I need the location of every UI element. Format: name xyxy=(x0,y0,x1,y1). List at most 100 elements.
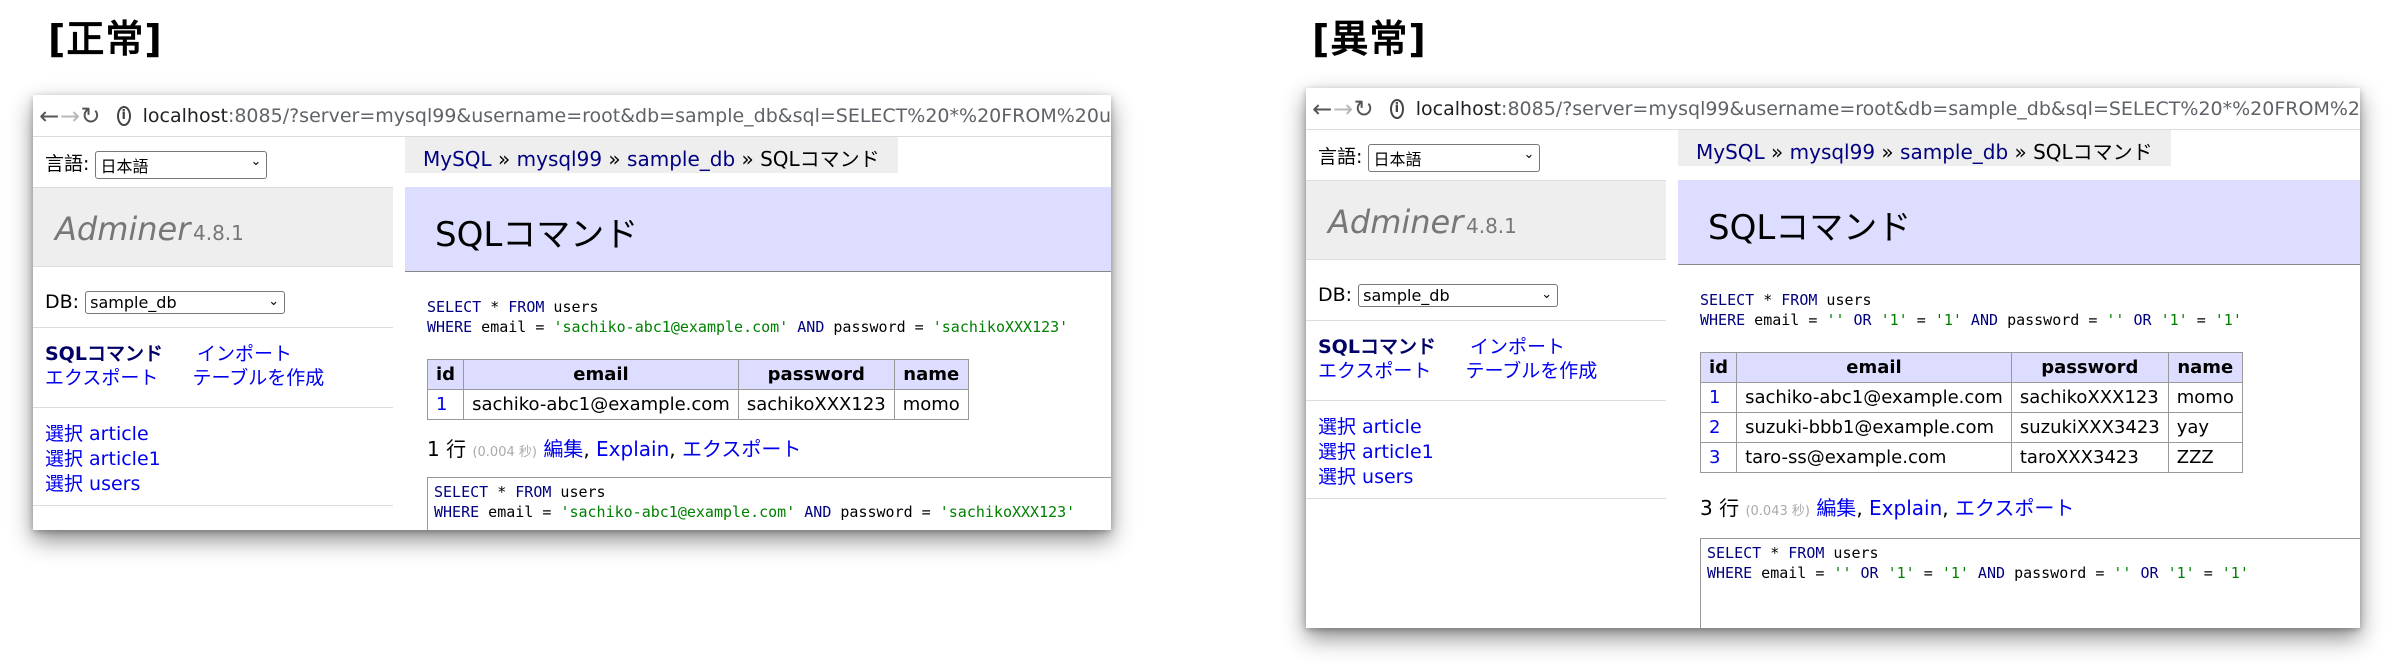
table-cell: taro-ss@example.com xyxy=(1736,442,2012,473)
column-header[interactable]: password xyxy=(737,359,895,390)
column-header[interactable]: email xyxy=(463,359,739,390)
column-header[interactable]: email xyxy=(1736,352,2012,383)
divider xyxy=(1306,320,1666,321)
table-link-article1[interactable]: 選択 article1 xyxy=(45,447,161,472)
edit-link[interactable]: 編集 xyxy=(1816,496,1856,520)
chevron-down-icon: ⌄ xyxy=(268,294,280,309)
breadcrumb-mysql[interactable]: MySQL xyxy=(423,147,492,171)
back-icon[interactable]: ← xyxy=(39,102,60,130)
row-id-link[interactable]: 3 xyxy=(1699,442,1738,473)
table-row: 3 taro-ss@example.com taroXXX3423 ZZZ xyxy=(1699,442,2243,473)
column-header[interactable]: password xyxy=(2010,352,2169,383)
sql-textarea[interactable]: SELECT * FROM users WHERE email = '' OR … xyxy=(1700,538,2360,628)
table-cell: momo xyxy=(2167,382,2243,413)
column-header[interactable]: name xyxy=(893,359,969,390)
divider xyxy=(33,407,393,408)
language-selector: 言語: 日本語 ⌄ xyxy=(1318,142,1541,172)
table-list: 選択 article 選択 article1 選択 users xyxy=(1318,415,1434,490)
breadcrumb-current: SQLコマンド xyxy=(2033,140,2153,164)
address-bar: ← → ↻ i localhost:8085/?server=mysql99&u… xyxy=(1306,88,2360,130)
page-title: SQLコマンド xyxy=(1678,180,2360,265)
info-icon[interactable]: i xyxy=(1390,98,1404,119)
edit-link[interactable]: 編集 xyxy=(543,437,583,461)
chevron-down-icon: ⌄ xyxy=(1541,287,1553,302)
table-row: 1 sachiko-abc1@example.com sachikoXXX123… xyxy=(1699,382,2243,413)
table-cell: suzukiXXX3423 xyxy=(2010,412,2169,443)
export-link[interactable]: エクスポート xyxy=(1318,360,1431,382)
db-select[interactable]: sample_db ⌄ xyxy=(1358,284,1559,307)
table-link-users[interactable]: 選択 users xyxy=(45,472,161,497)
db-select[interactable]: sample_db ⌄ xyxy=(85,291,286,314)
info-icon[interactable]: i xyxy=(116,105,131,126)
reload-icon[interactable]: ↻ xyxy=(80,102,101,130)
reload-icon[interactable]: ↻ xyxy=(1353,95,1374,123)
language-select[interactable]: 日本語 ⌄ xyxy=(1368,143,1541,172)
table-link-users[interactable]: 選択 users xyxy=(1318,465,1434,490)
breadcrumb: MySQL » mysql99 » sample_db » SQLコマンド xyxy=(405,137,898,173)
breadcrumb: MySQL » mysql99 » sample_db » SQLコマンド xyxy=(1678,130,2171,166)
page-title: SQLコマンド xyxy=(405,187,1111,272)
table-cell: momo xyxy=(893,389,969,420)
table-row: 1 sachiko-abc1@example.com sachikoXXX123… xyxy=(426,389,969,420)
language-select[interactable]: 日本語 ⌄ xyxy=(95,150,268,179)
divider xyxy=(1306,498,1666,499)
table-link-article1[interactable]: 選択 article1 xyxy=(1318,440,1434,465)
breadcrumb-server[interactable]: mysql99 xyxy=(1790,140,1875,164)
table-header-row: id email password name xyxy=(426,359,969,390)
row-id-link[interactable]: 2 xyxy=(1699,412,1738,443)
export-result-link[interactable]: エクスポート xyxy=(1955,496,2074,520)
sidebar: 言語: 日本語 ⌄ Adminer 4.8.1 DB: sample_db ⌄ SQ… xyxy=(1306,130,1666,628)
column-header[interactable]: id xyxy=(1699,352,1738,383)
sql-command-link[interactable]: SQLコマンド xyxy=(1318,336,1436,358)
table-cell: sachiko-abc1@example.com xyxy=(1736,382,2012,413)
result-summary: 1 行 (0.004 秒) 編集, Explain, エクスポート xyxy=(427,437,802,461)
breadcrumb-server[interactable]: mysql99 xyxy=(517,147,602,171)
explain-link[interactable]: Explain xyxy=(1869,496,1942,520)
table-cell: sachikoXXX123 xyxy=(2010,382,2169,413)
divider xyxy=(1306,400,1666,401)
table-cell: ZZZ xyxy=(2167,442,2243,473)
explain-link[interactable]: Explain xyxy=(596,437,669,461)
url-field[interactable]: localhost:8085/?server=mysql99&username=… xyxy=(1416,98,2360,120)
breadcrumb-mysql[interactable]: MySQL xyxy=(1696,140,1765,164)
table-cell: sachiko-abc1@example.com xyxy=(463,389,739,420)
row-id-link[interactable]: 1 xyxy=(1699,382,1738,413)
sql-query: SELECT * FROM users WHERE email = '' OR … xyxy=(1700,291,2242,329)
db-selector: DB: sample_db ⌄ xyxy=(45,291,286,314)
column-header[interactable]: id xyxy=(426,359,465,390)
breadcrumb-db[interactable]: sample_db xyxy=(1900,140,2008,164)
export-link[interactable]: エクスポート xyxy=(45,367,158,389)
adminer-logo[interactable]: Adminer 4.8.1 xyxy=(1306,180,1666,260)
import-link[interactable]: インポート xyxy=(1470,336,1565,358)
abnormal-screenshot: ← → ↻ i localhost:8085/?server=mysql99&u… xyxy=(1306,88,2360,628)
divider xyxy=(33,327,393,328)
forward-icon[interactable]: → xyxy=(60,102,81,130)
breadcrumb-db[interactable]: sample_db xyxy=(627,147,735,171)
breadcrumb-current: SQLコマンド xyxy=(760,147,880,171)
adminer-logo[interactable]: Adminer 4.8.1 xyxy=(33,187,393,267)
sidebar-links: SQLコマンド インポート エクスポート テーブルを作成 xyxy=(45,342,324,390)
language-selector: 言語: 日本語 ⌄ xyxy=(45,149,268,179)
create-table-link[interactable]: テーブルを作成 xyxy=(192,367,324,389)
forward-icon[interactable]: → xyxy=(1333,95,1354,123)
db-selector: DB: sample_db ⌄ xyxy=(1318,284,1559,307)
row-id-link[interactable]: 1 xyxy=(426,389,465,420)
table-link-article[interactable]: 選択 article xyxy=(45,422,161,447)
sql-textarea[interactable]: SELECT * FROM users WHERE email = 'sachi… xyxy=(427,477,1111,530)
table-link-article[interactable]: 選択 article xyxy=(1318,415,1434,440)
sidebar: 言語: 日本語 ⌄ Adminer 4.8.1 DB: sample_db ⌄ SQ… xyxy=(33,137,393,530)
column-header[interactable]: name xyxy=(2167,352,2243,383)
main-content: MySQL » mysql99 » sample_db » SQLコマンド SQ… xyxy=(1678,130,2360,628)
create-table-link[interactable]: テーブルを作成 xyxy=(1465,360,1597,382)
table-list: 選択 article 選択 article1 選択 users xyxy=(45,422,161,497)
main-content: MySQL » mysql99 » sample_db » SQLコマンド SQ… xyxy=(405,137,1111,530)
import-link[interactable]: インポート xyxy=(197,343,292,365)
sql-command-link[interactable]: SQLコマンド xyxy=(45,343,163,365)
back-icon[interactable]: ← xyxy=(1312,95,1333,123)
divider xyxy=(33,505,393,506)
url-field[interactable]: localhost:8085/?server=mysql99&username=… xyxy=(143,105,1111,127)
result-table: id email password name 1 sachiko-abc1@ex… xyxy=(1699,352,2243,473)
result-table: id email password name 1 sachiko-abc1@ex… xyxy=(426,359,969,420)
export-result-link[interactable]: エクスポート xyxy=(682,437,801,461)
address-bar: ← → ↻ i localhost:8085/?server=mysql99&u… xyxy=(33,95,1111,137)
